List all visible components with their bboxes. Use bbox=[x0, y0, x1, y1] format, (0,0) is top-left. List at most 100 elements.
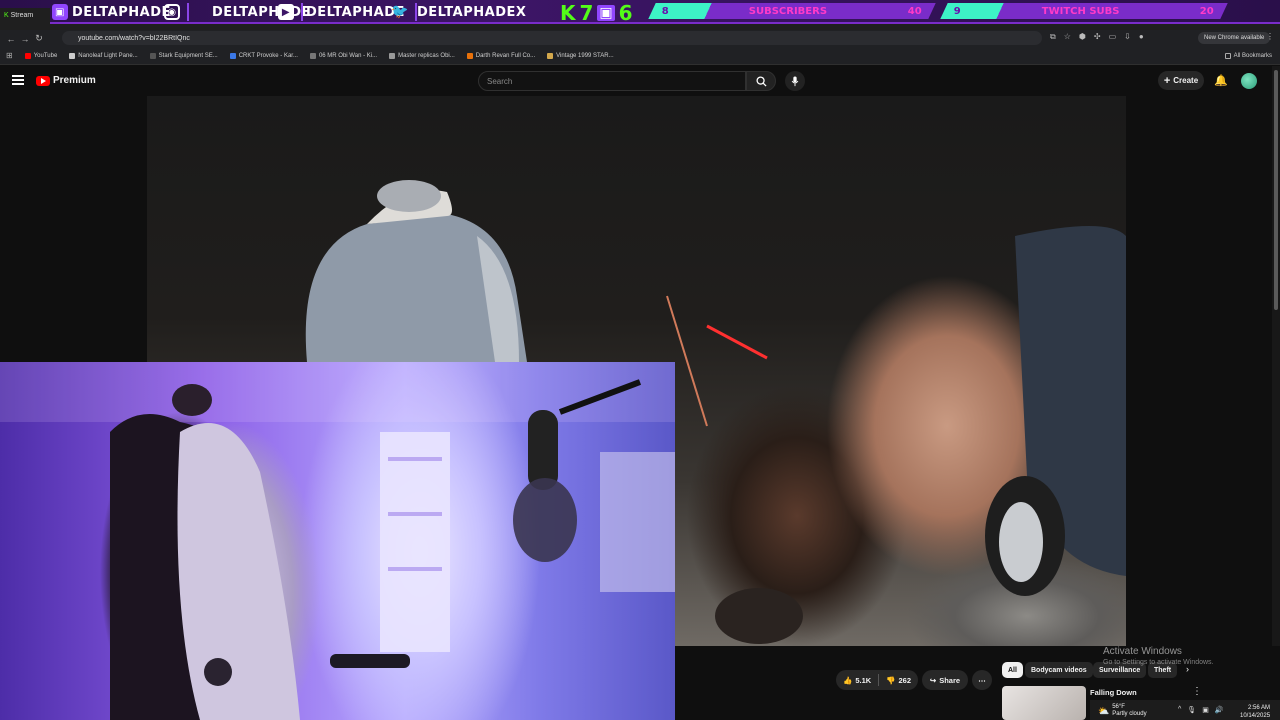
notifications-bell-icon[interactable]: 🔔 bbox=[1214, 74, 1228, 87]
recommendation-thumbnail[interactable] bbox=[1002, 686, 1086, 720]
bookmark-item[interactable]: Stark Equipment SE... bbox=[149, 52, 218, 59]
create-button[interactable]: + Create bbox=[1158, 71, 1204, 90]
chrome-menu-icon[interactable]: ⋮ bbox=[1266, 32, 1274, 41]
voice-search-button[interactable] bbox=[785, 71, 805, 91]
chip-label: Theft bbox=[1154, 666, 1172, 674]
bookmark-label: YouTube bbox=[33, 52, 58, 59]
bookmark-item[interactable]: Darth Revan Full Co... bbox=[466, 52, 536, 59]
bookmark-label: Darth Revan Full Co... bbox=[475, 52, 536, 59]
volume-icon[interactable]: 🔊 bbox=[1215, 706, 1224, 714]
bookmark-favicon-icon bbox=[229, 52, 236, 59]
instagram-icon: ◉ bbox=[164, 4, 180, 20]
bookmark-label: CRKT Provoke - Kar... bbox=[238, 52, 298, 59]
all-bookmarks-label: All Bookmarks bbox=[1233, 52, 1272, 59]
network-icon[interactable]: ▣ bbox=[1202, 706, 1209, 714]
microphone-icon bbox=[791, 75, 799, 86]
thumbs-down-icon: 👎 bbox=[886, 675, 896, 685]
puzzle-icon[interactable]: ✣ bbox=[1094, 32, 1101, 42]
folder-icon bbox=[1224, 52, 1231, 59]
apps-icon[interactable]: ⊞ bbox=[6, 51, 13, 60]
cast-icon[interactable]: ⧉ bbox=[1050, 32, 1056, 42]
twitter-handle: 🐦 DELTAPHADEX bbox=[391, 2, 526, 22]
dislike-count: 262 bbox=[898, 675, 912, 685]
bookmark-favicon-icon bbox=[149, 52, 156, 59]
youtube-logo-icon bbox=[36, 75, 50, 86]
reload-icon[interactable]: ↻ bbox=[32, 32, 46, 46]
subscribers-label: SUBSCRIBERS bbox=[749, 5, 828, 17]
twitch-subs-label: TWITCH SUBS bbox=[1041, 5, 1120, 17]
microphone-tray-icon[interactable]: 🎙 bbox=[1187, 706, 1196, 714]
bookmark-label: Nanoleaf Light Pane... bbox=[78, 52, 138, 59]
system-tray: ^ 🎙 ▣ 🔊 bbox=[1178, 706, 1224, 714]
forward-arrow-icon[interactable]: → bbox=[18, 32, 32, 46]
activate-windows-title: Activate Windows bbox=[1103, 646, 1182, 657]
bookmark-label: 06 MR Obi Wan - Ki... bbox=[318, 52, 378, 59]
clock-time: 2:56 AM bbox=[1248, 705, 1271, 711]
chip-all[interactable]: All bbox=[1002, 662, 1023, 678]
youtube-handle: ▶ DELTAPHADE bbox=[278, 2, 405, 22]
scrollbar-thumb[interactable] bbox=[1274, 70, 1278, 310]
chip-label: Bodycam videos bbox=[1031, 666, 1087, 674]
twitch-count-icon: ▣ bbox=[597, 5, 615, 21]
download-icon[interactable]: ⇩ bbox=[1124, 32, 1131, 42]
account-avatar[interactable] bbox=[1241, 73, 1257, 89]
search-input[interactable]: Search bbox=[478, 71, 746, 91]
like-button[interactable]: 👍 5.1K bbox=[843, 676, 871, 685]
bookmark-item[interactable]: Master replicas Obi... bbox=[389, 52, 455, 59]
bookmark-item[interactable]: Nanoleaf Light Pane... bbox=[69, 52, 138, 59]
youtube-premium-logo[interactable]: Premium bbox=[36, 75, 96, 86]
bookmark-favicon-icon bbox=[547, 52, 554, 59]
dislike-button[interactable]: 👎 262 bbox=[886, 676, 911, 685]
search-placeholder: Search bbox=[487, 76, 513, 86]
search-icon bbox=[755, 75, 767, 87]
chip-label: All bbox=[1008, 666, 1017, 674]
menu-icon[interactable] bbox=[12, 75, 24, 85]
address-url: youtube.com/watch?v=bI22BRtIQnc bbox=[78, 34, 190, 42]
chip-bodycam-videos[interactable]: Bodycam videos bbox=[1025, 662, 1093, 678]
bookmarks-bar: ⊞ YouTube Nanoleaf Light Pane... Stark E… bbox=[0, 47, 1280, 65]
chevron-up-icon[interactable]: ^ bbox=[1178, 706, 1181, 714]
sidepanel-icon[interactable]: ▭ bbox=[1109, 32, 1117, 42]
chrome-update-label: New Chrome available bbox=[1204, 35, 1265, 41]
more-actions-button[interactable]: ⋯ bbox=[972, 670, 992, 690]
partly-cloudy-icon: ⛅ bbox=[1098, 705, 1110, 716]
search-button[interactable] bbox=[746, 71, 776, 91]
profile-icon[interactable]: ● bbox=[1139, 32, 1144, 42]
browser-tab[interactable]: K Stream bbox=[0, 8, 50, 24]
bookmark-favicon-icon bbox=[466, 52, 473, 59]
subscribers-current: 8 bbox=[662, 5, 669, 17]
bookmark-label: Stark Equipment SE... bbox=[158, 52, 218, 59]
twitch-handle: ▣ DELTAPHADE bbox=[52, 2, 171, 22]
kick-count: 7 bbox=[579, 1, 594, 25]
create-label: Create bbox=[1173, 76, 1199, 85]
bookmark-item[interactable]: CRKT Provoke - Kar... bbox=[229, 52, 298, 59]
all-bookmarks-button[interactable]: All Bookmarks bbox=[1224, 52, 1272, 59]
kick-icon: K bbox=[560, 1, 576, 25]
more-horizontal-icon: ⋯ bbox=[978, 675, 986, 685]
star-icon[interactable]: ☆ bbox=[1064, 32, 1071, 42]
bookmark-item[interactable]: Vintage 1999 STAR... bbox=[547, 52, 614, 59]
address-bar[interactable]: youtube.com/watch?v=bI22BRtIQnc bbox=[62, 31, 1042, 45]
bookmark-favicon-icon bbox=[309, 52, 316, 59]
twitch-subs-goal: 20 bbox=[1200, 5, 1214, 17]
recommendation-menu-icon[interactable]: ⋮ bbox=[1192, 686, 1202, 697]
weather-widget[interactable]: ⛅ 56°F Partly cloudy bbox=[1098, 704, 1147, 718]
bookmark-item[interactable]: 06 MR Obi Wan - Ki... bbox=[309, 52, 378, 59]
youtube-handle-label: DELTAPHADE bbox=[306, 4, 405, 20]
webcam-feed bbox=[0, 362, 675, 720]
subscribers-goal: 40 bbox=[908, 5, 922, 17]
activate-windows-subtitle: Go to Settings to activate Windows. bbox=[1103, 659, 1214, 666]
youtube-icon: ▶ bbox=[278, 4, 294, 20]
plus-icon: + bbox=[1163, 74, 1171, 87]
chrome-update-button[interactable]: New Chrome available bbox=[1198, 32, 1271, 44]
recommendation-title[interactable]: Falling Down bbox=[1090, 688, 1137, 697]
weather-condition: Partly cloudy bbox=[1112, 711, 1147, 717]
bookmark-item[interactable]: YouTube bbox=[24, 52, 58, 59]
bookmark-favicon-icon bbox=[389, 52, 396, 59]
taskbar-clock[interactable]: 2:56 AM 10/14/2025 bbox=[1240, 704, 1270, 720]
share-button[interactable]: ↪ Share bbox=[922, 670, 968, 690]
back-arrow-icon[interactable]: ← bbox=[4, 32, 18, 46]
bookmark-label: Vintage 1999 STAR... bbox=[556, 52, 614, 59]
extension-icon[interactable]: ⬢ bbox=[1079, 32, 1086, 42]
like-dislike-group: 👍 5.1K 👎 262 bbox=[836, 670, 918, 690]
